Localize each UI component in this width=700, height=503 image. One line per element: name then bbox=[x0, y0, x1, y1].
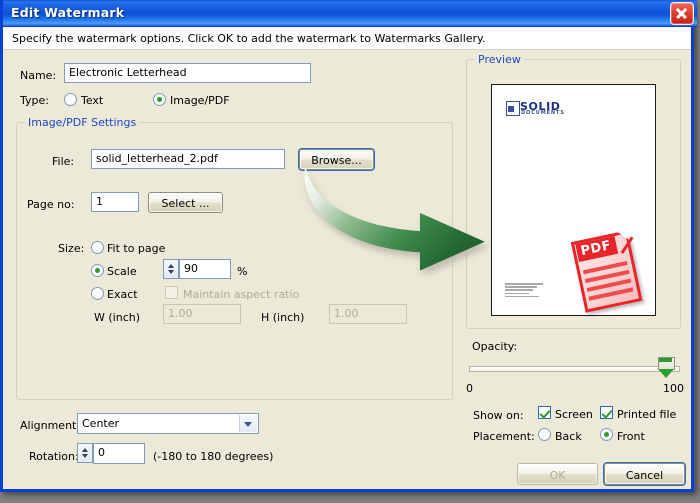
maintain-aspect-ratio-label: Maintain aspect ratio bbox=[183, 288, 300, 301]
size-exact-label: Exact bbox=[107, 288, 138, 301]
type-text-label: Text bbox=[81, 94, 104, 107]
edit-watermark-dialog: Edit Watermark Specify the watermark opt… bbox=[0, 0, 697, 492]
rotation-label: Rotation: bbox=[29, 450, 79, 463]
scale-percent-label: % bbox=[237, 265, 248, 278]
size-exact-radio[interactable] bbox=[91, 287, 104, 300]
width-label: W (inch) bbox=[94, 311, 141, 324]
green-arrow-graphic bbox=[304, 168, 485, 271]
scale-stepper-up-icon bbox=[168, 264, 174, 268]
maintain-aspect-ratio-checkbox[interactable] bbox=[165, 286, 178, 299]
image-pdf-settings-legend: Image/PDF Settings bbox=[25, 116, 140, 129]
scale-input[interactable]: 90 bbox=[179, 259, 231, 279]
file-input[interactable]: solid_letterhead_2.pdf bbox=[91, 149, 285, 169]
name-label: Name: bbox=[20, 69, 57, 82]
opacity-label: Opacity: bbox=[472, 340, 518, 353]
alignment-select[interactable]: Center bbox=[77, 413, 259, 434]
preview-legend: Preview bbox=[475, 53, 524, 66]
close-icon[interactable] bbox=[670, 2, 694, 25]
show-on-screen-label: Screen bbox=[555, 408, 593, 421]
type-text-radio[interactable] bbox=[64, 93, 77, 106]
browse-button[interactable]: Browse... bbox=[299, 149, 374, 170]
file-label: File: bbox=[52, 155, 75, 168]
cancel-button[interactable]: Cancel bbox=[604, 463, 685, 485]
ok-button[interactable]: OK bbox=[517, 463, 598, 485]
size-fit-radio[interactable] bbox=[91, 241, 104, 254]
height-input[interactable]: 1.00 bbox=[329, 304, 407, 324]
rotation-stepper[interactable] bbox=[77, 443, 93, 463]
size-fit-label: Fit to page bbox=[107, 242, 166, 255]
scale-stepper[interactable] bbox=[163, 259, 179, 279]
size-scale-label: Scale bbox=[107, 265, 137, 278]
page-no-input[interactable]: 1 bbox=[91, 192, 139, 212]
alignment-label: Alignment: bbox=[20, 419, 81, 432]
name-input[interactable]: Electronic Letterhead bbox=[64, 63, 311, 83]
page-no-label: Page no: bbox=[27, 198, 75, 211]
preview-footer-lines bbox=[505, 283, 543, 299]
height-label: H (inch) bbox=[261, 311, 305, 324]
show-on-label: Show on: bbox=[473, 409, 524, 422]
logo-secondary-text: DOCUMENTS bbox=[521, 110, 565, 116]
rotation-input[interactable]: 0 bbox=[93, 443, 145, 464]
title-bar: Edit Watermark bbox=[3, 0, 697, 27]
opacity-max-label: 100 bbox=[663, 382, 684, 395]
scale-stepper-down-icon bbox=[168, 270, 174, 274]
rotation-stepper-down-icon bbox=[82, 454, 88, 458]
window-title: Edit Watermark bbox=[11, 5, 125, 20]
opacity-slider-thumb[interactable] bbox=[658, 357, 675, 379]
rotation-hint: (-180 to 180 degrees) bbox=[153, 450, 274, 463]
type-image-radio[interactable] bbox=[153, 93, 166, 106]
size-label: Size: bbox=[58, 242, 85, 255]
placement-back-label: Back bbox=[555, 430, 582, 443]
show-on-screen-checkbox[interactable] bbox=[538, 406, 551, 419]
alignment-value: Center bbox=[82, 417, 120, 430]
rotation-stepper-up-icon bbox=[82, 448, 88, 452]
placement-front-label: Front bbox=[617, 430, 645, 443]
show-on-printed-checkbox[interactable] bbox=[600, 406, 613, 419]
chevron-down-icon[interactable] bbox=[239, 415, 257, 432]
width-input[interactable]: 1.00 bbox=[163, 304, 241, 324]
instruction-text: Specify the watermark options. Click OK … bbox=[3, 27, 691, 50]
select-page-button[interactable]: Select ... bbox=[148, 192, 223, 213]
type-label: Type: bbox=[20, 94, 49, 107]
type-image-label: Image/PDF bbox=[170, 94, 230, 107]
show-on-printed-label: Printed file bbox=[617, 408, 677, 421]
placement-front-radio[interactable] bbox=[600, 428, 613, 441]
size-scale-radio[interactable] bbox=[91, 264, 104, 277]
opacity-slider-track[interactable] bbox=[469, 366, 680, 372]
placement-label: Placement: bbox=[473, 430, 535, 443]
placement-back-radio[interactable] bbox=[538, 428, 551, 441]
opacity-min-label: 0 bbox=[466, 382, 473, 395]
